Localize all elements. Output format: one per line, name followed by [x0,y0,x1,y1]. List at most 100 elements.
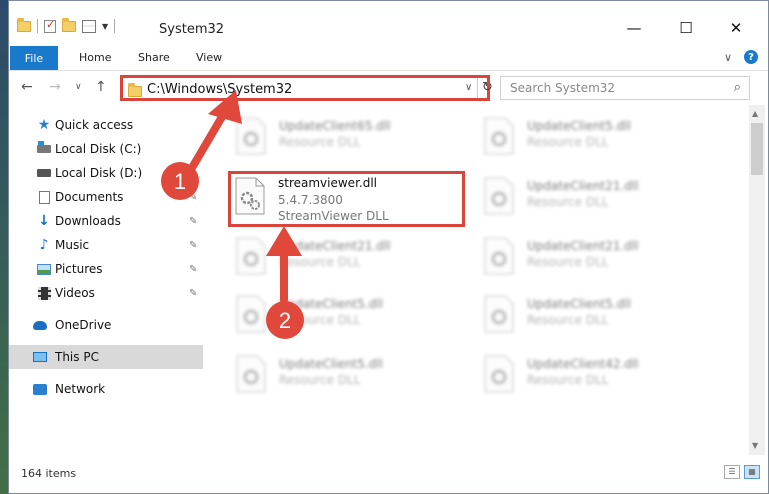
pin-icon[interactable]: ✎ [189,192,197,203]
file-name: UpdateClient5.dll [279,357,383,371]
file-name: UpdateClient5.dll [279,297,383,311]
status-bar: 164 items ☰ ▦ [9,461,768,491]
maximize-button[interactable]: ☐ [663,13,709,43]
file-tile[interactable]: UpdateClient21.dll Resource DLL [477,171,713,221]
address-bar[interactable]: C:\Windows\System32 ∨ ↻ [120,75,493,101]
file-tile[interactable]: UpdateClient65.dll Resource DLL [229,111,465,161]
search-icon[interactable]: ⌕ [734,80,741,95]
search-input[interactable]: Search System32 ⌕ [500,76,750,100]
videos-icon [37,286,51,300]
sidebar-item-videos[interactable]: Videos ✎ [9,281,203,305]
window-title: System32 [159,22,225,37]
dll-file-icon [484,355,514,393]
sidebar-item-label: Quick access [55,118,134,132]
pin-icon[interactable]: ✎ [189,240,197,251]
vertical-scrollbar[interactable]: ▲ ▼ [749,105,765,455]
file-tile[interactable]: UpdateClient5.dll Resource DLL [229,289,465,339]
file-tile[interactable]: UpdateClient5.dll Resource DLL [229,349,465,399]
file-type: Resource DLL [527,135,609,149]
properties-check-icon[interactable] [44,18,56,33]
file-name: UpdateClient21.dll [527,179,639,193]
up-arrow-icon[interactable]: ↑ [95,79,107,95]
help-icon[interactable]: ? [744,50,758,64]
onedrive-icon [33,318,47,332]
file-name: UpdateClient65.dll [279,119,391,133]
pin-icon[interactable]: ✎ [189,264,197,275]
file-tile[interactable]: UpdateClient21.dll Resource DLL [229,231,465,281]
sidebar-item-label: Local Disk (C:) [55,142,142,156]
navigation-pane: ★ Quick access Local Disk (C:) Local Dis… [9,105,205,455]
sidebar-item-music[interactable]: ♪ Music ✎ [9,233,203,257]
file-tile[interactable]: UpdateClient21.dll Resource DLL [477,231,713,281]
dll-file-icon [484,117,514,155]
file-type: Resource DLL [279,135,361,149]
documents-icon [37,190,51,204]
explorer-window: ▼ System32 — ☐ ✕ File Home Share View ∨ … [8,0,769,494]
sidebar-item-this-pc[interactable]: This PC [9,345,203,369]
folder-icon [128,83,142,97]
file-type: Resource DLL [279,373,361,387]
customize-toolbar-caret-icon[interactable]: ▼ [102,22,108,31]
file-tile[interactable]: UpdateClient5.dll Resource DLL [477,111,713,161]
sidebar-item-pictures[interactable]: Pictures ✎ [9,257,203,281]
item-count: 164 items [21,467,77,480]
sidebar-item-documents[interactable]: Documents ✎ [9,185,203,209]
back-arrow-icon[interactable]: ← [21,79,33,95]
file-name: streamviewer.dll [278,176,377,190]
sidebar-item-local-disk-c[interactable]: Local Disk (C:) [9,137,203,161]
network-icon [33,382,47,396]
title-bar: ▼ System32 — ☐ ✕ [9,1,768,45]
folder-icon[interactable] [17,17,31,32]
file-name: UpdateClient21.dll [527,239,639,253]
scroll-up-icon[interactable]: ▲ [752,109,758,118]
forward-arrow-icon[interactable]: → [49,79,61,95]
tiles-view-icon[interactable]: ▦ [744,465,760,479]
file-name: UpdateClient5.dll [527,119,631,133]
tab-view[interactable]: View [196,51,222,64]
sidebar-item-quick-access[interactable]: ★ Quick access [9,113,203,137]
dll-file-icon [236,237,266,275]
tab-home[interactable]: Home [79,51,111,64]
expand-ribbon-icon[interactable]: ∨ [724,51,732,64]
file-name: UpdateClient5.dll [527,297,631,311]
navigation-bar: ← → ∨ ↑ C:\Windows\System32 ∨ ↻ Search S… [9,73,768,103]
file-type: Resource DLL [279,255,361,269]
dll-file-icon [236,295,266,333]
file-name: UpdateClient21.dll [279,239,391,253]
sidebar-item-label: Downloads [55,214,121,228]
drive-c-icon [37,141,51,156]
search-placeholder: Search System32 [510,81,616,95]
file-tile[interactable]: UpdateClient5.dll Resource DLL [477,289,713,339]
scroll-down-icon[interactable]: ▼ [752,441,758,450]
pin-icon[interactable]: ✎ [189,216,197,227]
tab-file[interactable]: File [10,46,58,70]
details-view-icon[interactable]: ☰ [724,465,740,479]
close-button[interactable]: ✕ [713,13,759,43]
sidebar-item-onedrive[interactable]: OneDrive [9,313,203,337]
file-tile-streamviewer[interactable]: streamviewer.dll 5.4.7.3800 StreamViewer… [228,171,465,227]
toolbar-separator [37,19,38,33]
recent-locations-icon[interactable]: ∨ [75,82,82,92]
new-folder-icon[interactable] [62,17,76,32]
file-type: Resource DLL [527,313,609,327]
address-separator [477,78,478,98]
sidebar-item-local-disk-d[interactable]: Local Disk (D:) [9,161,203,185]
minimize-button[interactable]: — [611,13,657,43]
dll-file-icon [484,237,514,275]
quick-access-toolbar: ▼ [17,17,116,33]
pin-icon[interactable]: ✎ [189,288,197,299]
sidebar-item-label: Network [55,382,106,396]
address-path[interactable]: C:\Windows\System32 [147,82,292,97]
sidebar-item-label: Documents [55,190,124,204]
file-tile[interactable]: UpdateClient42.dll Resource DLL [477,349,713,399]
sidebar-item-downloads[interactable]: ↓ Downloads ✎ [9,209,203,233]
tab-share[interactable]: Share [138,51,170,64]
sidebar-item-network[interactable]: Network [9,377,203,401]
file-type: Resource DLL [527,195,609,209]
sidebar-item-label: Music [55,238,90,252]
properties-icon[interactable] [82,19,96,33]
scroll-thumb[interactable] [751,123,763,175]
refresh-icon[interactable]: ↻ [482,80,493,95]
dll-file-icon [484,295,514,333]
address-dropdown-icon[interactable]: ∨ [465,82,472,93]
